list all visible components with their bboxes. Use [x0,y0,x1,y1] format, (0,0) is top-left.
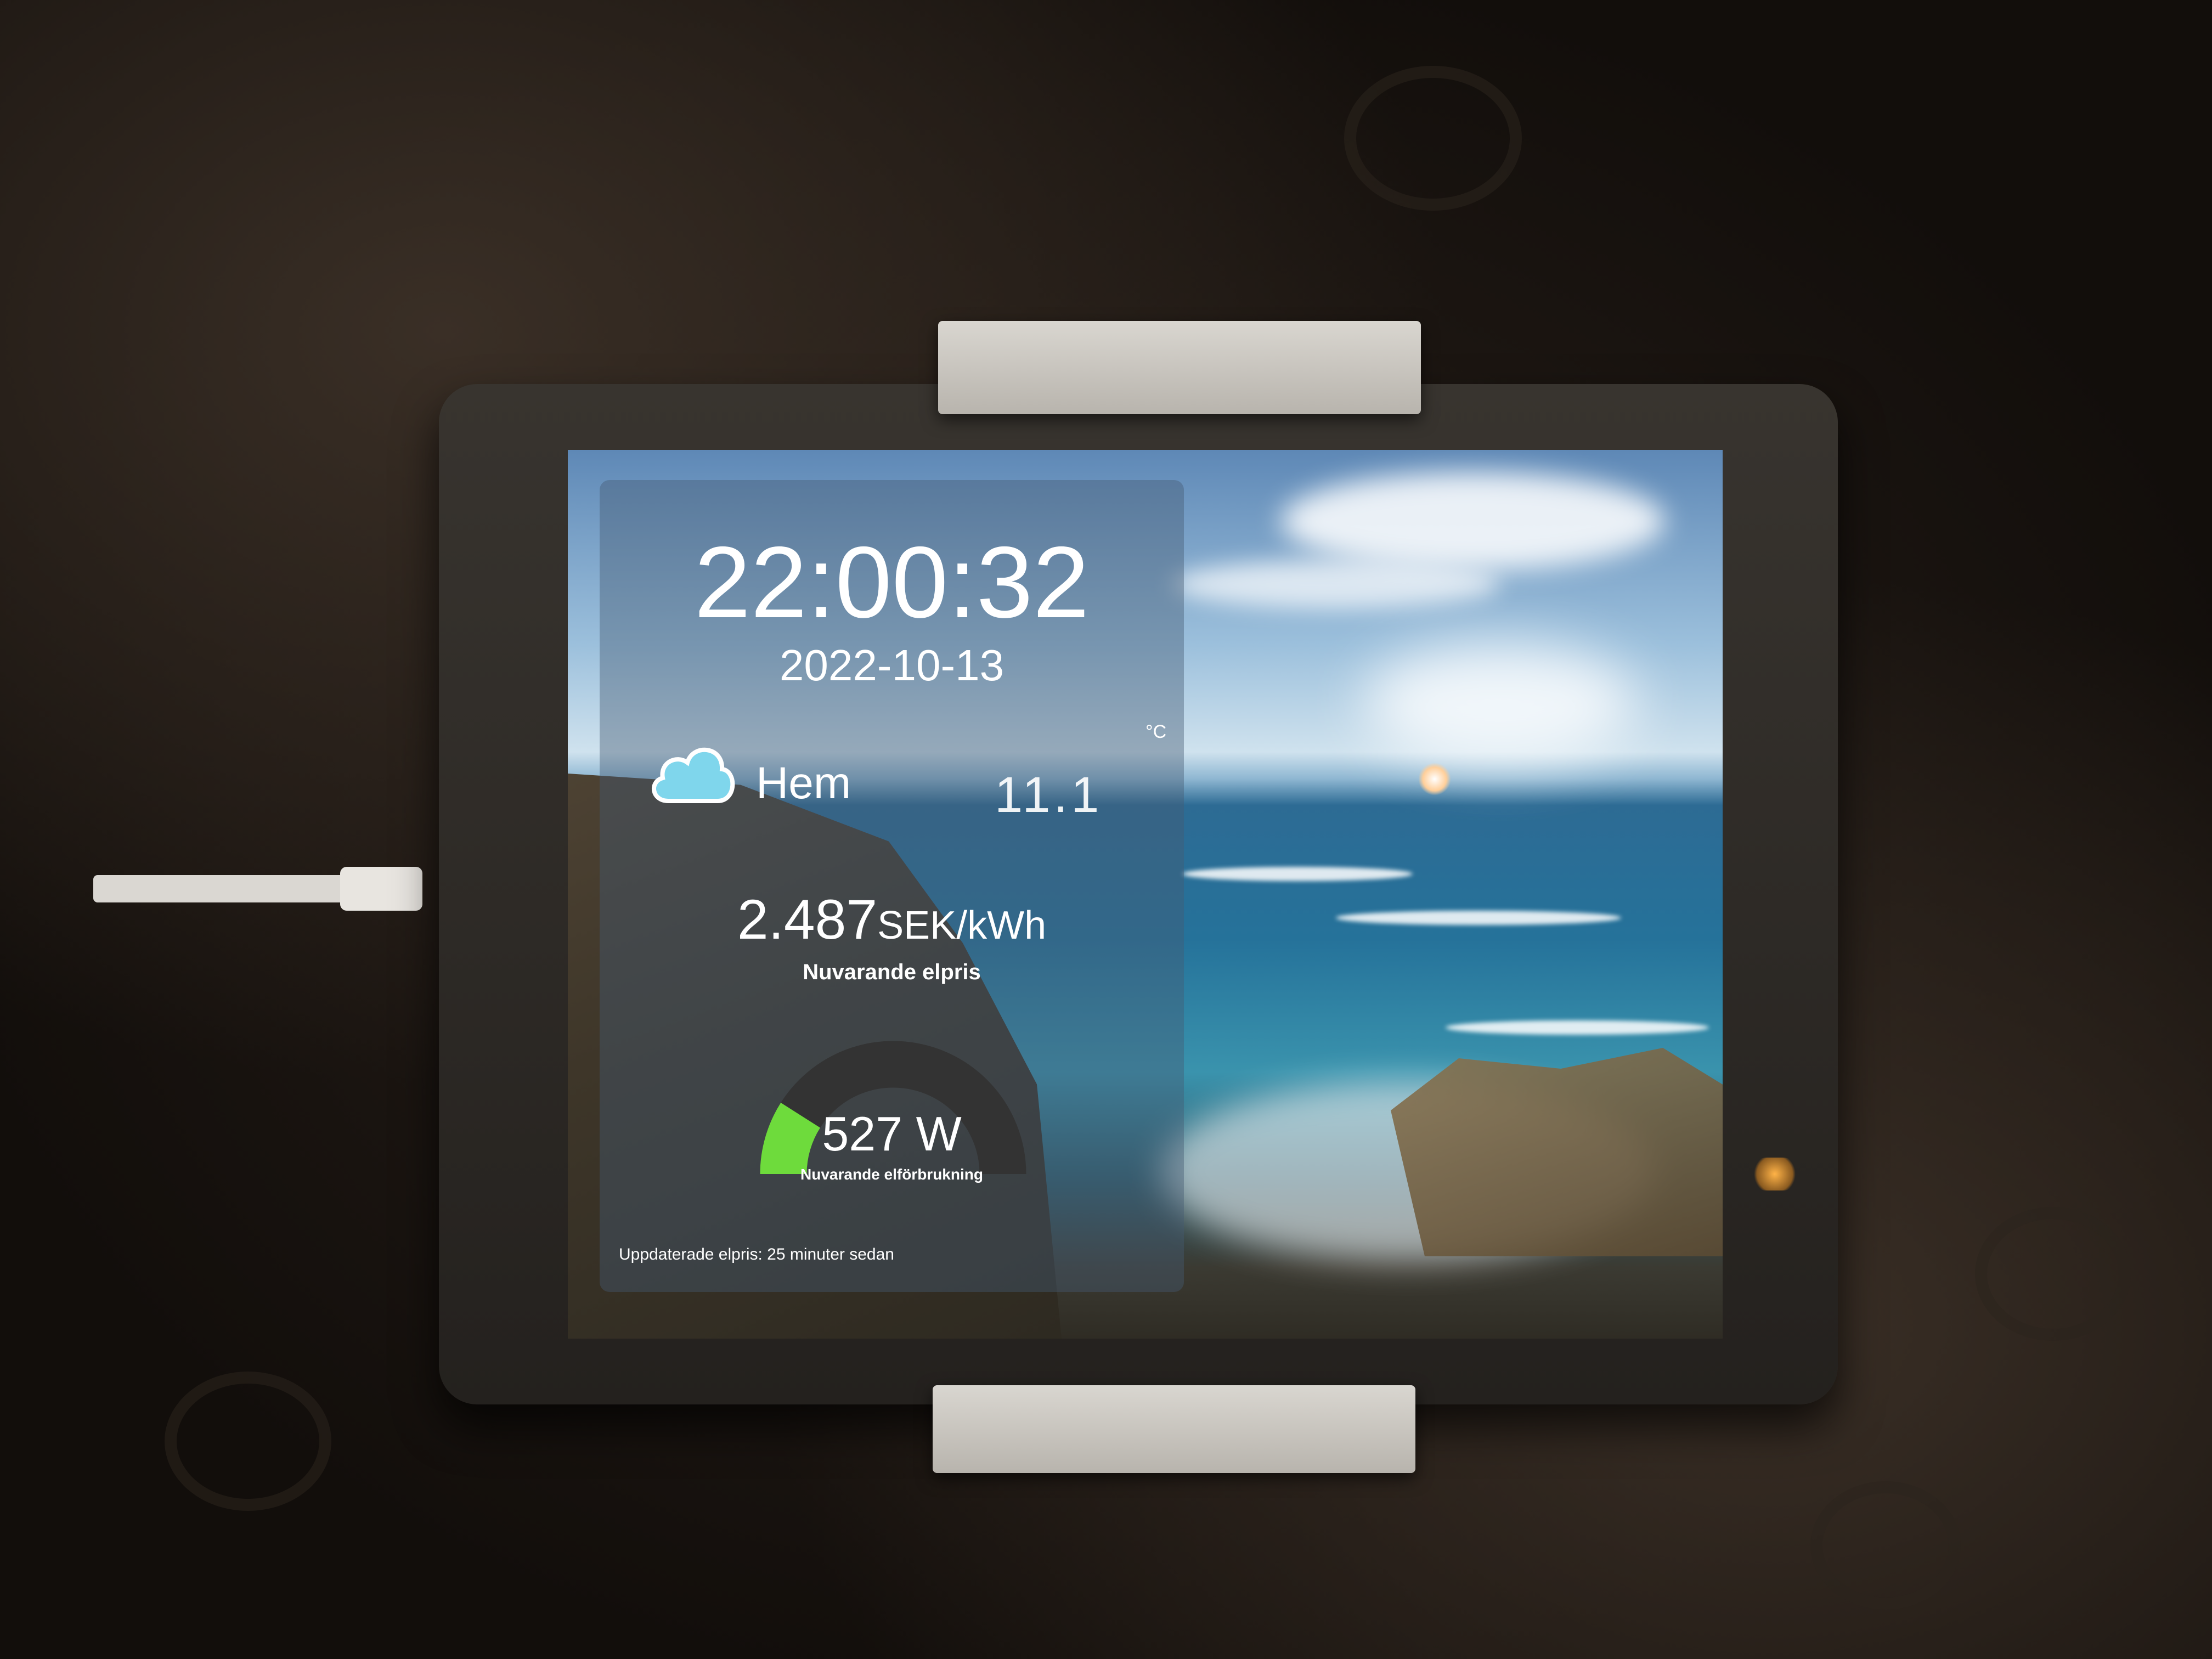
power-value: 527 W [822,1107,962,1161]
dashboard-screen: 22:00:32 2022-10-13 Hem 11.1 °C 2.487SEK… [568,450,1723,1339]
clock-date: 2022-10-13 [779,641,1005,690]
weather-location: Hem [756,758,851,808]
power-label: Nuvarande elförbrukning [800,1166,983,1183]
electricity-price: 2.487SEK/kWh [600,891,1184,947]
photo-background: { "clock": { "time": "22:00:32", "date":… [0,0,2212,1659]
weather-temperature: 11.1 [995,767,1103,823]
shore-rocks [1391,1048,1723,1256]
bottom-mount-clip [933,1385,1415,1473]
charging-plug [340,867,422,911]
wall-pattern-circle [1344,66,1522,211]
wall-pattern-circle [1975,1207,2131,1341]
wave-line [1336,911,1621,925]
update-status: Uppdaterade elpris: 25 minuter sedan [619,1245,894,1263]
price-value: 2.487 [737,888,878,951]
temperature-unit: °C [1146,721,1167,742]
cloud-icon [652,747,735,803]
wall-pattern-circle [165,1372,331,1511]
sky-cloud [1171,560,1500,609]
wave-line [1446,1020,1709,1035]
home-button-glow [1750,1158,1799,1190]
price-unit: SEK/kWh [877,904,1047,947]
wave-line [1182,867,1413,881]
light-flare [1418,763,1451,795]
price-label: Nuvarande elpris [803,960,981,984]
horizon-glow [1363,642,1638,763]
sky-cloud [1281,472,1665,571]
info-panel: 22:00:32 2022-10-13 Hem 11.1 °C 2.487SEK… [600,480,1184,1292]
top-mount-clip [938,321,1421,414]
wall-pattern-circle [1810,1481,1961,1610]
clock-time: 22:00:32 [694,526,1090,639]
